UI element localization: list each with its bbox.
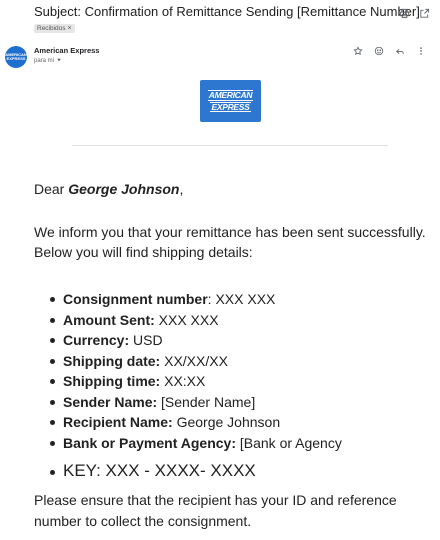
list-item: Sender Name: [Sender Name] — [50, 392, 342, 413]
logo-line-1: AMERICAN — [207, 90, 254, 101]
list-item: Recipient Name: George Johnson — [50, 412, 342, 433]
remove-label-icon[interactable]: × — [68, 25, 72, 32]
detail-value: XX/XX/XX — [160, 352, 228, 369]
detail-value: George Johnson — [172, 414, 281, 430]
greeting-name: George Johnson — [68, 181, 180, 197]
list-item: Currency: USD — [50, 330, 342, 351]
list-item: Bank or Payment Agency: [Bank or Agency — [50, 433, 342, 454]
detail-label: Amount Sent: — [63, 311, 155, 328]
sender-name[interactable]: American Express — [34, 46, 99, 55]
detail-value: : XXX XXX — [207, 291, 276, 307]
list-item: Amount Sent: XXX XXX — [50, 310, 342, 331]
detail-label: Currency: — [63, 332, 130, 348]
detail-value: USD — [129, 332, 163, 348]
detail-label: Bank or Payment Agency: — [63, 434, 236, 451]
list-item: Shipping time: XX:XX — [50, 371, 342, 392]
key-line: KEY: XXX - XXXX- XXXX — [50, 461, 256, 481]
divider — [72, 145, 388, 146]
greeting: Dear George Johnson, — [34, 181, 183, 197]
star-icon[interactable] — [352, 45, 364, 57]
logo-line-2: EXPRESS — [210, 101, 251, 112]
label-chip-text: Recibidos — [37, 25, 66, 32]
message-actions — [352, 45, 427, 57]
email-subject: Subject: Confirmation of Remittance Send… — [34, 4, 420, 19]
intro-paragraph: We inform you that your remittance has b… — [34, 224, 426, 260]
printer-icon[interactable] — [398, 7, 410, 19]
american-express-logo: AMERICAN EXPRESS — [200, 80, 261, 122]
detail-value: XX:XX — [160, 373, 206, 389]
more-vert-icon[interactable] — [415, 45, 427, 57]
recipient-details-toggle[interactable]: para mí — [34, 57, 62, 65]
closing-paragraph: Please ensure that the recipient has you… — [34, 492, 397, 529]
email-header: Subject: Confirmation of Remittance Send… — [34, 4, 434, 22]
detail-label: Shipping time: — [63, 373, 161, 389]
shipping-details-list: Consignment number: XXX XXX Amount Sent:… — [50, 289, 342, 453]
detail-value: [Sender Name] — [157, 393, 256, 410]
inbox-label-chip: Recibidos × — [34, 24, 75, 33]
chevron-down-icon — [56, 57, 62, 65]
detail-label: Recipient Name: — [63, 414, 173, 430]
list-item: Consignment number: XXX XXX — [50, 289, 342, 310]
detail-label: Sender Name: — [63, 393, 158, 410]
greeting-suffix: , — [179, 181, 184, 197]
detail-label: Shipping date: — [63, 352, 161, 369]
greeting-prefix: Dear — [34, 181, 69, 197]
avatar: AMERICAN EXPRESS — [5, 46, 27, 68]
reply-icon[interactable] — [394, 45, 406, 57]
to-label: para mí — [34, 58, 55, 64]
list-item: Shipping date: XX/XX/XX — [50, 351, 342, 372]
detail-value: [Bank or Agency — [235, 434, 342, 451]
header-actions — [398, 7, 430, 19]
detail-label: Consignment number — [63, 291, 208, 307]
open-in-new-icon[interactable] — [418, 7, 430, 19]
detail-value: XXX XXX — [154, 311, 219, 328]
emoji-icon[interactable] — [373, 45, 385, 57]
